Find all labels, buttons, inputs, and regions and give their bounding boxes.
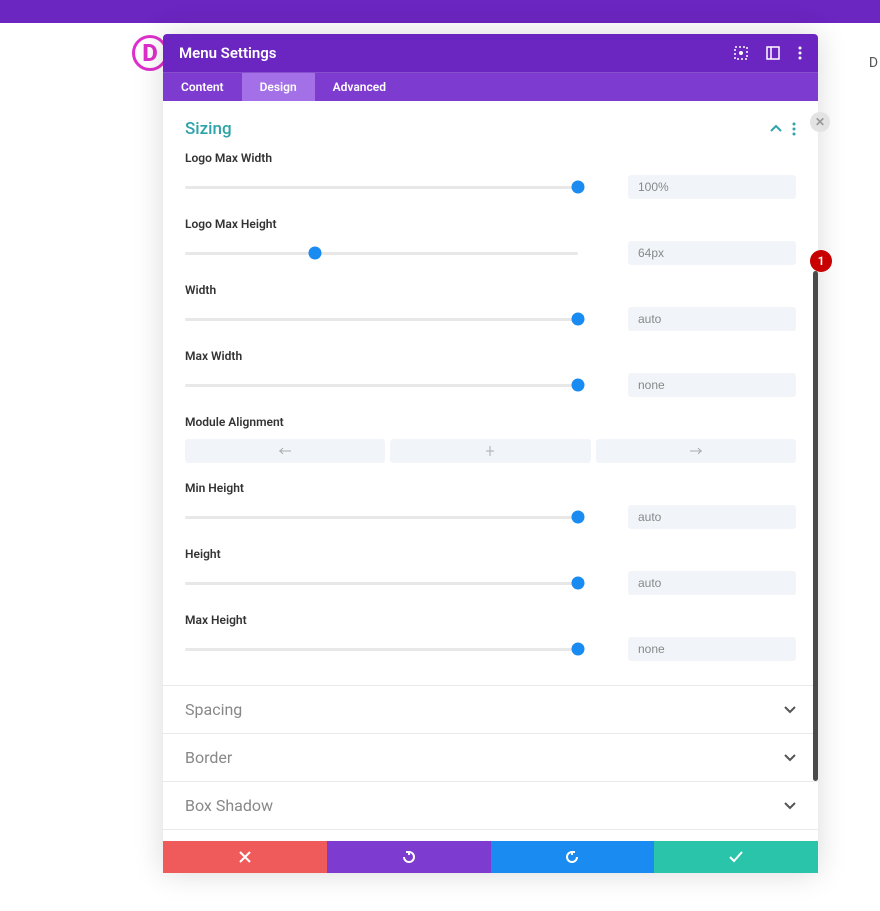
align-left-button[interactable] xyxy=(185,439,385,463)
tab-advanced[interactable]: Advanced xyxy=(315,73,404,101)
label-max-width: Max Width xyxy=(185,349,796,363)
field-module-alignment: Module Alignment xyxy=(185,415,796,463)
input-min-height[interactable] xyxy=(628,505,796,529)
expand-icon[interactable] xyxy=(734,46,748,60)
header-icons xyxy=(734,46,802,60)
label-module-alignment: Module Alignment xyxy=(185,415,796,429)
undo-button[interactable] xyxy=(327,841,491,873)
label-logo-max-width: Logo Max Width xyxy=(185,151,796,165)
input-width[interactable] xyxy=(628,307,796,331)
section-box-shadow-title: Box Shadow xyxy=(185,796,273,815)
save-button[interactable] xyxy=(654,841,818,873)
section-filters[interactable]: Filters xyxy=(163,829,818,841)
annotation-badge: 1 xyxy=(810,250,832,272)
section-more-icon[interactable] xyxy=(792,122,796,136)
tabs: Content Design Advanced xyxy=(163,73,818,101)
scrollbar[interactable] xyxy=(813,271,818,781)
chevron-down-icon xyxy=(784,754,796,762)
section-border[interactable]: Border xyxy=(163,733,818,781)
align-center-button[interactable] xyxy=(390,439,590,463)
modal-title: Menu Settings xyxy=(179,44,277,62)
field-width: Width xyxy=(185,283,796,331)
tab-design[interactable]: Design xyxy=(242,73,315,101)
field-height: Height xyxy=(185,547,796,595)
input-logo-max-height[interactable] xyxy=(628,241,796,265)
tab-content[interactable]: Content xyxy=(163,73,242,101)
section-spacing-title: Spacing xyxy=(185,700,242,719)
slider-width[interactable] xyxy=(185,312,578,326)
slider-height[interactable] xyxy=(185,576,578,590)
settings-modal: Menu Settings Content Design Advanced ✕ … xyxy=(163,34,818,873)
slider-max-height[interactable] xyxy=(185,642,578,656)
top-bar xyxy=(0,0,880,23)
label-logo-max-height: Logo Max Height xyxy=(185,217,796,231)
chevron-down-icon xyxy=(784,706,796,714)
field-logo-max-width: Logo Max Width xyxy=(185,151,796,199)
input-max-height[interactable] xyxy=(628,637,796,661)
label-width: Width xyxy=(185,283,796,297)
align-right-button[interactable] xyxy=(596,439,796,463)
modal-header: Menu Settings xyxy=(163,34,818,73)
collapse-icon[interactable] xyxy=(770,125,782,133)
input-height[interactable] xyxy=(628,571,796,595)
panel-icon[interactable] xyxy=(766,46,780,60)
field-max-width: Max Width xyxy=(185,349,796,397)
cancel-button[interactable] xyxy=(163,841,327,873)
slider-min-height[interactable] xyxy=(185,510,578,524)
section-sizing-title: Sizing xyxy=(185,119,232,139)
section-sizing-header[interactable]: Sizing xyxy=(185,115,796,151)
input-max-width[interactable] xyxy=(628,373,796,397)
panel-body: Sizing Logo Max Width Logo Max H xyxy=(163,101,818,841)
redo-button[interactable] xyxy=(491,841,655,873)
section-box-shadow[interactable]: Box Shadow xyxy=(163,781,818,829)
input-logo-max-width[interactable] xyxy=(628,175,796,199)
field-max-height: Max Height xyxy=(185,613,796,661)
label-min-height: Min Height xyxy=(185,481,796,495)
label-max-height: Max Height xyxy=(185,613,796,627)
modal-footer xyxy=(163,841,818,873)
chevron-down-icon xyxy=(784,802,796,810)
right-label: D xyxy=(869,55,878,71)
section-spacing[interactable]: Spacing xyxy=(163,685,818,733)
slider-logo-max-height[interactable] xyxy=(185,246,578,260)
slider-max-width[interactable] xyxy=(185,378,578,392)
more-icon[interactable] xyxy=(798,46,802,60)
label-height: Height xyxy=(185,547,796,561)
section-border-title: Border xyxy=(185,748,232,767)
slider-logo-max-width[interactable] xyxy=(185,180,578,194)
field-logo-max-height: Logo Max Height xyxy=(185,217,796,265)
field-min-height: Min Height xyxy=(185,481,796,529)
